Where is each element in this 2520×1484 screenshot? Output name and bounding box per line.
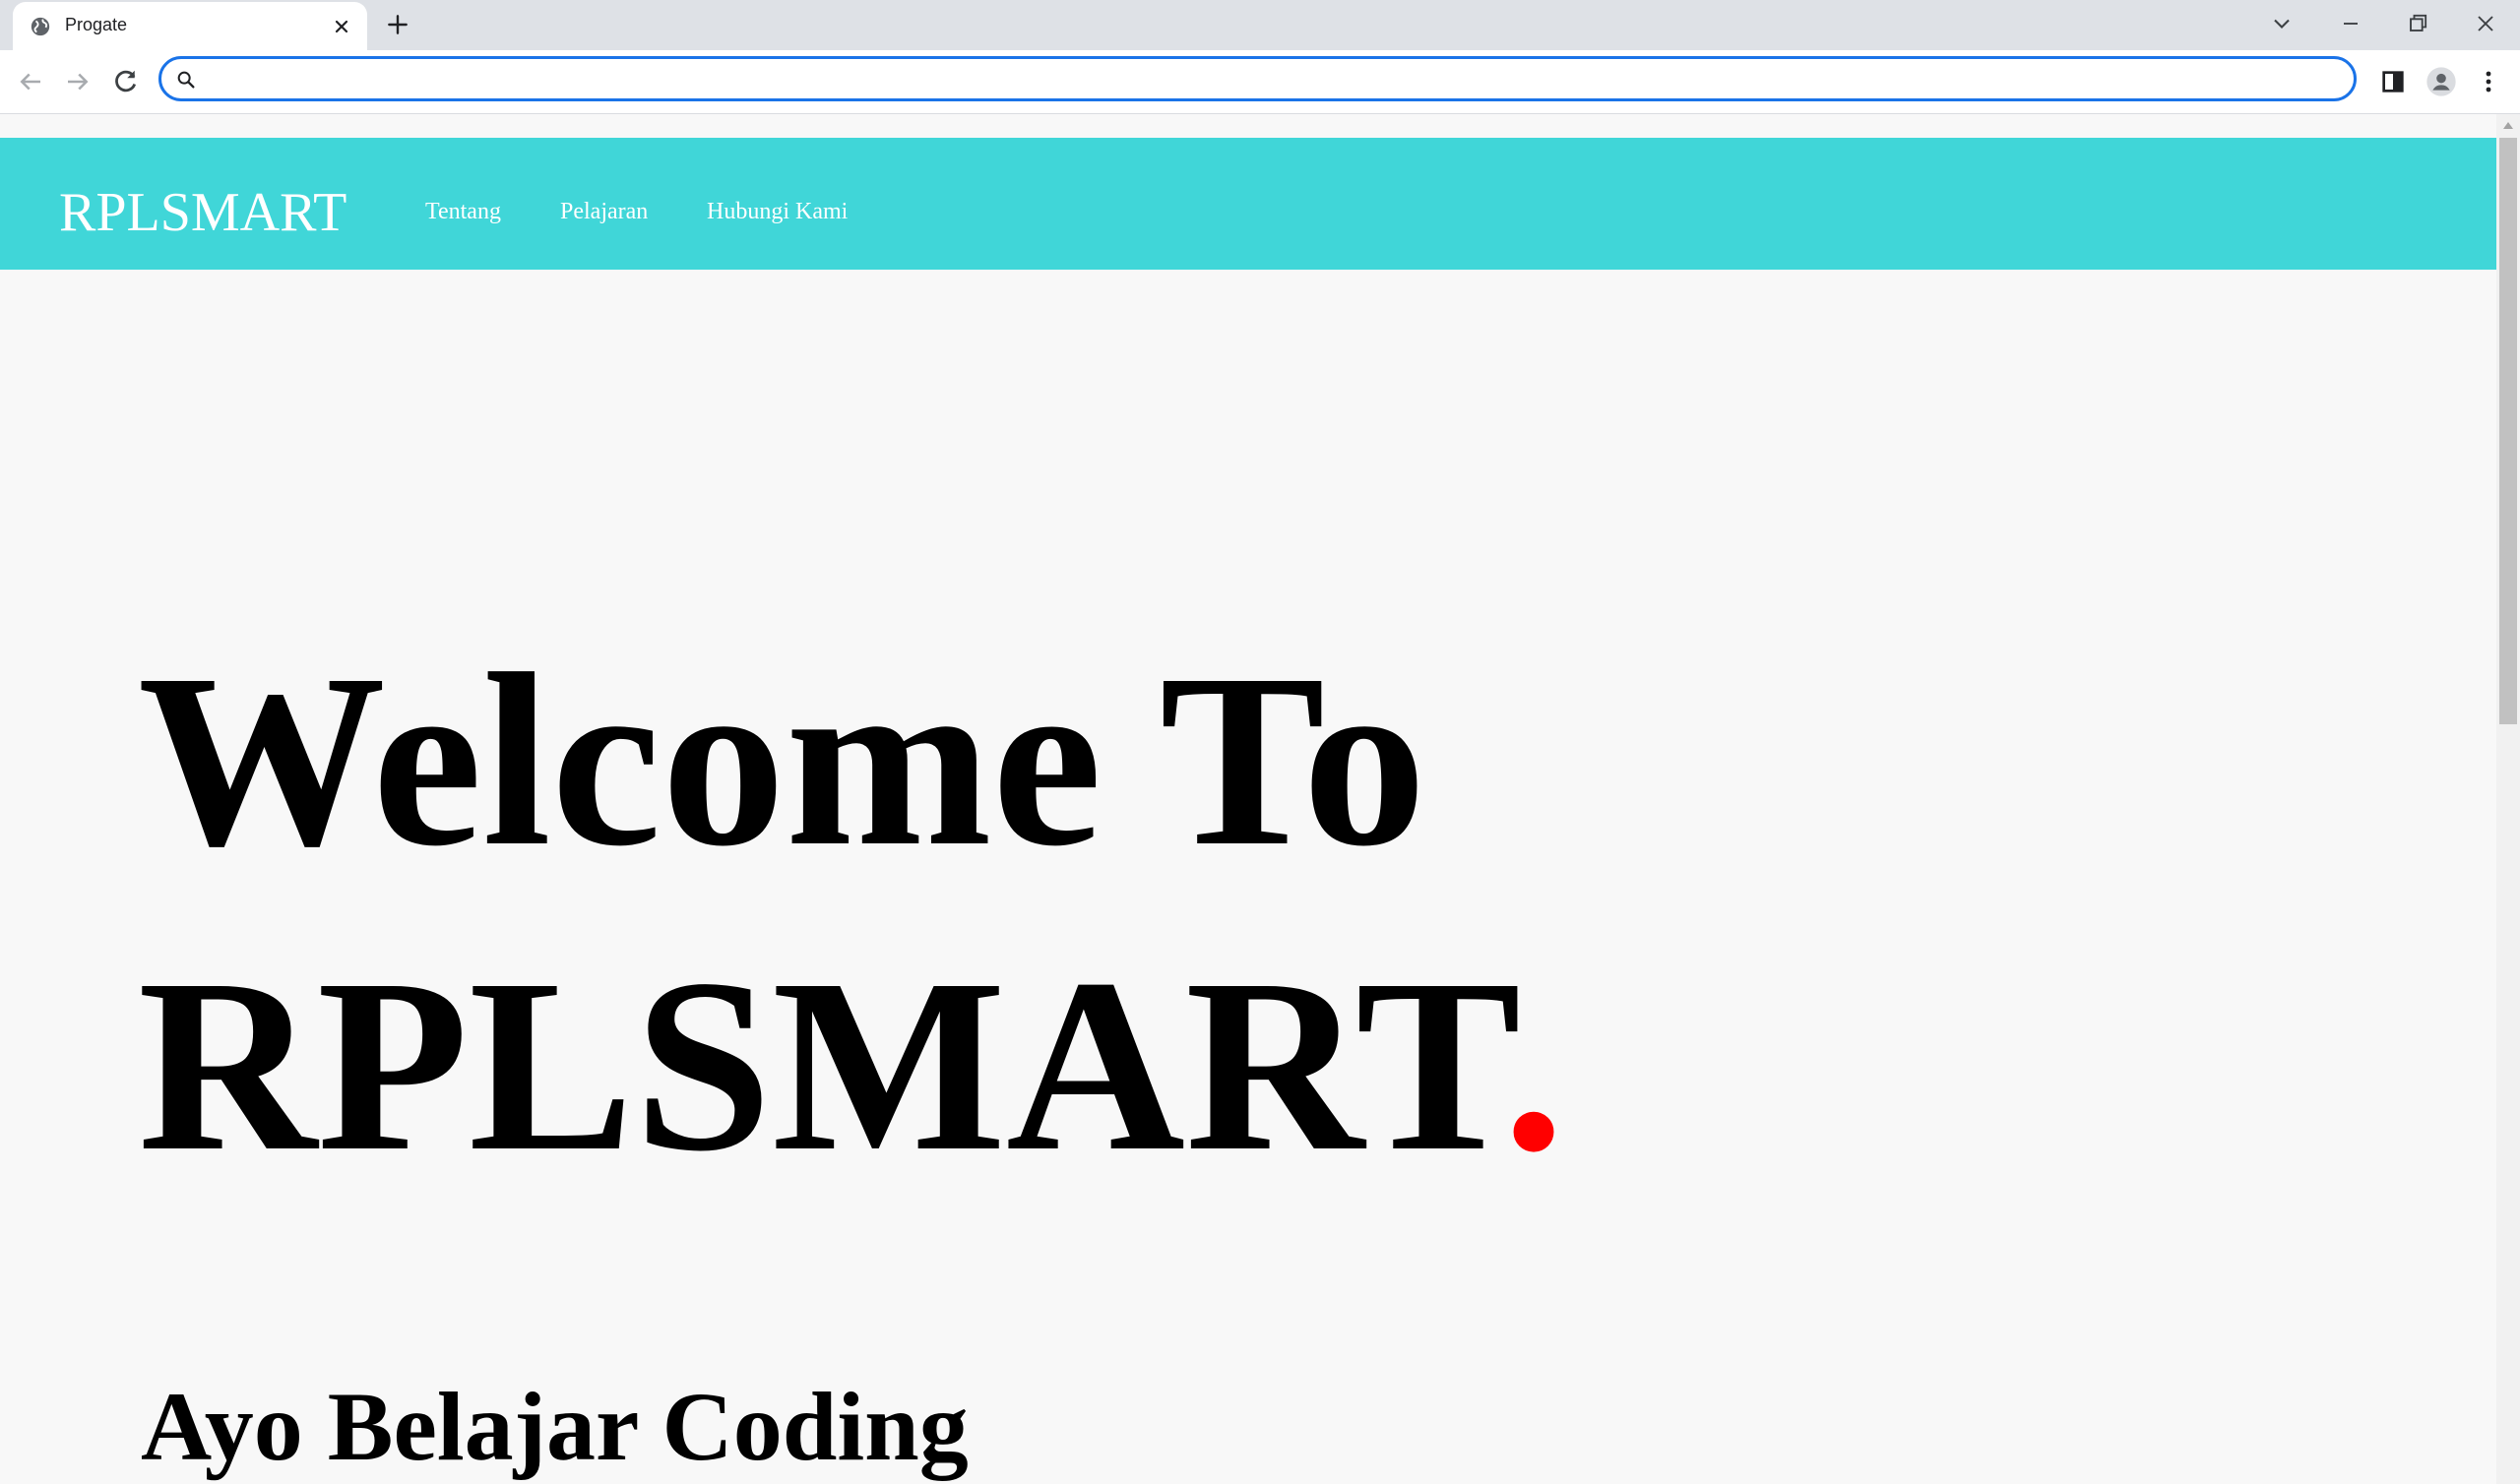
restore-icon[interactable] [2404,10,2431,37]
site-header: RPLSMART Tentang Pelajaran Hubungi Kami [0,138,2496,270]
forward-arrow-icon[interactable] [63,67,93,96]
close-tab-icon[interactable] [330,15,353,38]
hero-title-line-2: RPLSMART. [138,941,1565,1189]
new-tab-icon[interactable] [385,12,410,37]
hero-subheading: Ayo Belajar Coding [141,1372,969,1481]
nav-link-tentang[interactable]: Tentang [425,200,501,223]
site-logo[interactable]: RPLSMART [59,185,346,240]
vertical-scrollbar[interactable] [2496,114,2520,1484]
browser-tab[interactable]: Progate [13,2,367,50]
search-icon [177,71,195,89]
address-input[interactable] [209,63,2329,96]
close-window-icon[interactable] [2472,10,2499,37]
hero-title-line-1: Welcome To [138,622,1426,897]
address-bar[interactable] [158,56,2357,101]
profile-avatar-icon[interactable] [2426,66,2457,97]
tab-strip: Progate [0,0,2520,50]
tab-title: Progate [65,15,128,34]
hero-brand-text: RPLSMART [138,927,1503,1203]
nav-link-hubungi-kami[interactable]: Hubungi Kami [707,200,848,223]
browser-toolbar [0,50,2520,114]
side-panel-icon[interactable] [2377,66,2409,97]
more-menu-icon[interactable] [2473,66,2504,97]
page-viewport: RPLSMART Tentang Pelajaran Hubungi Kami … [0,114,2496,1484]
globe-icon [31,17,50,36]
tab-search-icon[interactable] [2268,10,2296,37]
scroll-up-arrow-icon[interactable] [2502,120,2514,130]
accent-dot: . [1502,927,1565,1203]
minimize-icon[interactable] [2337,10,2364,37]
scrollbar-thumb[interactable] [2499,138,2517,724]
back-arrow-icon[interactable] [16,67,45,96]
nav-link-pelajaran[interactable]: Pelajaran [560,200,648,223]
reload-icon[interactable] [111,67,141,96]
